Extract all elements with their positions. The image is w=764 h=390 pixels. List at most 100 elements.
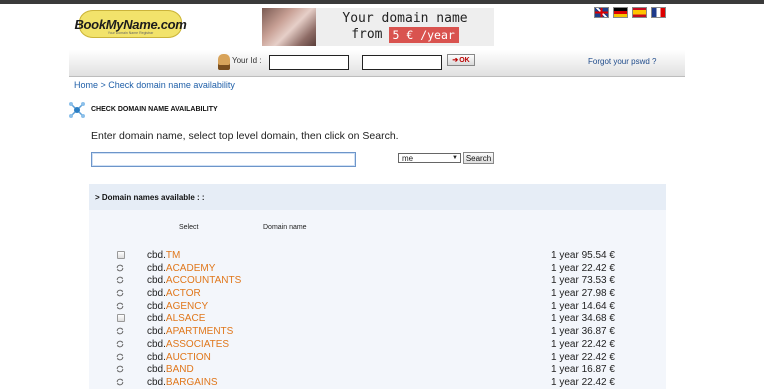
- domain-tld-link[interactable]: APARTMENTS: [166, 326, 233, 337]
- domain-sld: cbd.: [147, 376, 166, 388]
- domain-price: 1 year 22.42 €: [551, 262, 615, 274]
- domain-price: 1 year 14.64 €: [551, 300, 615, 312]
- select-checkbox[interactable]: [117, 314, 125, 323]
- banner-price: 5 € /year: [388, 27, 459, 43]
- domain-sld: cbd.: [147, 364, 166, 376]
- banner-photo: [262, 8, 316, 46]
- domain-tld-link[interactable]: ACCOUNTANTS: [166, 275, 241, 286]
- domain-price: 1 year 27.98 €: [551, 288, 615, 300]
- domain-tld-link[interactable]: ACTOR: [166, 288, 201, 299]
- domain-name: cbd.ACADEMY: [147, 263, 215, 274]
- refresh-icon[interactable]: [116, 378, 124, 386]
- arrow-right-icon: ➔: [452, 57, 459, 64]
- domain-tld-link[interactable]: ALSACE: [166, 313, 205, 324]
- table-row: cbd.ACCOUNTANTS 1 year 73.53 €: [89, 275, 666, 288]
- id-label: Your Id :: [232, 56, 262, 65]
- table-row: cbd.APARTMENTS 1 year 36.87 €: [89, 326, 666, 339]
- logo-tagline: Your Domain Name Registrar: [107, 31, 154, 35]
- site-logo[interactable]: BookMyName.com Your Domain Name Registra…: [74, 10, 187, 38]
- column-header-domain: Domain name: [263, 224, 307, 231]
- domain-name: cbd.ACCOUNTANTS: [147, 275, 241, 286]
- table-row: cbd.BAND 1 year 16.87 €: [89, 364, 666, 377]
- domain-name: cbd.ALSACE: [147, 313, 205, 324]
- user-id-input[interactable]: [269, 55, 349, 70]
- domain-sld: cbd.: [147, 338, 166, 350]
- table-row: cbd.BARGAINS 1 year 22.42 €: [89, 377, 666, 390]
- table-row: cbd.ACTOR 1 year 27.98 €: [89, 288, 666, 301]
- forgot-password-link[interactable]: Forgot your pswd ?: [588, 57, 656, 66]
- ok-label: OK: [459, 56, 470, 64]
- dropdown-arrow-icon: ▼: [452, 155, 458, 161]
- domain-price: 1 year 22.42 €: [551, 376, 615, 388]
- domain-price: 1 year 34.68 €: [551, 313, 615, 325]
- domain-tld-link[interactable]: AGENCY: [166, 301, 208, 312]
- tld-select[interactable]: me ▼: [398, 153, 461, 163]
- refresh-icon[interactable]: [116, 365, 124, 373]
- germany-flag-icon[interactable]: [614, 8, 627, 17]
- domain-price: 1 year 73.53 €: [551, 275, 615, 287]
- results-header: > Domain names available : :: [89, 184, 666, 210]
- domain-tld-link[interactable]: TM: [166, 250, 180, 261]
- domain-sld: cbd.: [147, 262, 166, 274]
- uk-flag-icon[interactable]: [595, 8, 608, 17]
- domain-tld-link[interactable]: BAND: [166, 364, 194, 375]
- table-row: cbd.ASSOCIATES 1 year 22.42 €: [89, 339, 666, 352]
- password-input[interactable]: [362, 55, 442, 70]
- domain-price: 1 year 36.87 €: [551, 326, 615, 338]
- banner-from: from: [351, 27, 383, 42]
- search-button[interactable]: Search: [463, 152, 494, 164]
- domain-sld: cbd.: [147, 300, 166, 312]
- refresh-icon[interactable]: [116, 264, 124, 272]
- column-header-select: Select: [179, 224, 199, 231]
- refresh-icon[interactable]: [116, 340, 124, 348]
- breadcrumb-home[interactable]: Home: [74, 80, 98, 90]
- results-panel: > Domain names available : : Select Doma…: [89, 184, 666, 389]
- breadcrumb-current[interactable]: Check domain name availability: [108, 80, 235, 90]
- refresh-icon[interactable]: [116, 276, 124, 284]
- login-bar: Your Id : ➔ OK Forgot your pswd ?: [69, 50, 685, 77]
- refresh-icon[interactable]: [116, 353, 124, 361]
- select-checkbox[interactable]: [117, 251, 125, 259]
- results-heading: > Domain names available : :: [95, 193, 205, 202]
- france-flag-icon[interactable]: [652, 8, 665, 17]
- login-ok-button[interactable]: ➔ OK: [447, 54, 475, 66]
- instructions-text: Enter domain name, select top level doma…: [91, 130, 399, 142]
- domain-name-input[interactable]: [91, 152, 356, 167]
- table-row: cbd.ALSACE 1 year 34.68 €: [89, 313, 666, 326]
- tld-selected-value: me: [402, 153, 414, 163]
- banner-headline: Your domain name: [342, 11, 468, 26]
- language-flags: [595, 8, 665, 17]
- banner-price-line: from 5 € /year: [351, 27, 459, 43]
- refresh-icon[interactable]: [116, 327, 124, 335]
- promo-banner[interactable]: Your domain name from 5 € /year: [262, 8, 494, 46]
- breadcrumb: Home > Check domain name availability: [74, 80, 235, 90]
- domain-sld: cbd.: [147, 275, 166, 287]
- domain-name: cbd.AUCTION: [147, 352, 211, 363]
- domain-price: 1 year 22.42 €: [551, 351, 615, 363]
- domain-name: cbd.BAND: [147, 364, 194, 375]
- user-icon: [218, 54, 230, 70]
- domain-price: 1 year 95.54 €: [551, 250, 615, 261]
- network-icon: [69, 102, 85, 118]
- domain-name: cbd.AGENCY: [147, 301, 208, 312]
- domain-sld: cbd.: [147, 326, 166, 338]
- domain-tld-link[interactable]: AUCTION: [166, 352, 211, 363]
- domain-sld: cbd.: [147, 250, 166, 261]
- table-row: cbd.AUCTION 1 year 22.42 €: [89, 352, 666, 365]
- domain-price: 1 year 16.87 €: [551, 364, 615, 376]
- domain-name: cbd.ACTOR: [147, 288, 201, 299]
- domain-tld-link[interactable]: ACADEMY: [166, 263, 215, 274]
- spain-flag-icon[interactable]: [633, 8, 646, 17]
- refresh-icon[interactable]: [116, 289, 124, 297]
- refresh-icon[interactable]: [116, 302, 124, 310]
- domain-name: cbd.TM: [147, 250, 180, 261]
- top-bar: [0, 0, 764, 4]
- table-row: cbd.TM 1 year 95.54 €: [89, 250, 666, 263]
- domain-price: 1 year 22.42 €: [551, 338, 615, 350]
- table-row: cbd.AGENCY 1 year 14.64 €: [89, 301, 666, 314]
- domain-sld: cbd.: [147, 313, 166, 325]
- domain-tld-link[interactable]: BARGAINS: [166, 377, 218, 388]
- domain-name: cbd.ASSOCIATES: [147, 339, 229, 350]
- logo-text: BookMyName.com: [74, 16, 187, 32]
- domain-tld-link[interactable]: ASSOCIATES: [166, 339, 229, 350]
